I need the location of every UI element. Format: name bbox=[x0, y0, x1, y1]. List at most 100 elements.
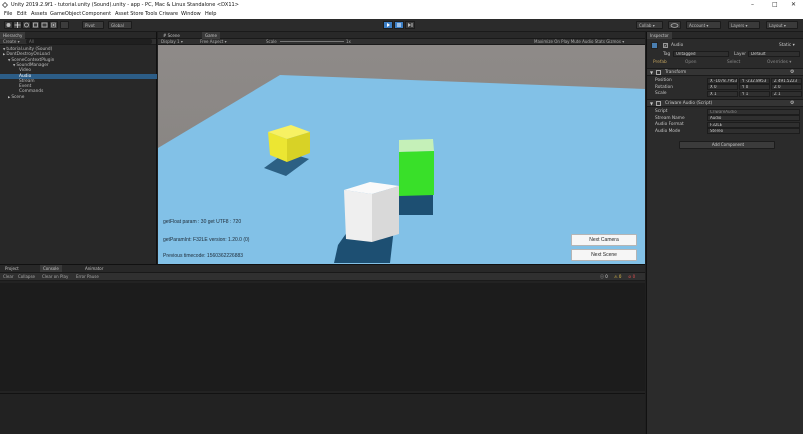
minimize-button[interactable]: – bbox=[751, 1, 754, 8]
next-scene-button[interactable]: Next Scene bbox=[571, 249, 637, 261]
error-count[interactable]: ⊘ 0 bbox=[628, 274, 635, 279]
account-dropdown[interactable]: Account ▾ bbox=[686, 21, 721, 29]
menu-component[interactable]: Component bbox=[82, 11, 111, 17]
hierarchy-item[interactable]: Audio bbox=[0, 73, 157, 79]
transform-row-label: Position bbox=[655, 78, 672, 83]
menu-help[interactable]: Help bbox=[205, 11, 216, 17]
collab-dropdown[interactable]: Collab ▾ bbox=[636, 21, 663, 29]
prefab-select-button[interactable]: Select bbox=[727, 60, 740, 65]
display-dropdown[interactable]: Display 1 ▾ bbox=[161, 39, 183, 44]
foldout-arrow-icon[interactable]: ▼ bbox=[8, 58, 10, 62]
tag-dropdown[interactable]: Untagged bbox=[673, 51, 729, 57]
script-row-value[interactable]: F32LE bbox=[707, 121, 800, 128]
layer-dropdown[interactable]: Default bbox=[748, 51, 800, 57]
menu-window[interactable]: Window bbox=[181, 11, 201, 17]
foldout-arrow-icon[interactable]: ▶ bbox=[8, 95, 10, 99]
hierarchy-item[interactable]: ▶Scene bbox=[0, 95, 157, 100]
script-component-header[interactable]: ▼ Criware Audio (Script) ⚙ bbox=[647, 99, 803, 107]
transform-x-field[interactable]: X 1 bbox=[707, 90, 738, 97]
layers-dropdown[interactable]: Layers ▾ bbox=[728, 21, 760, 29]
menu-gameobject[interactable]: GameObject bbox=[50, 11, 81, 17]
console-clear-on-play-button[interactable]: Clear on Play bbox=[42, 274, 68, 279]
transform-icon bbox=[51, 22, 56, 28]
tab-inspector[interactable]: Inspector bbox=[647, 32, 672, 39]
transform-tool-button[interactable] bbox=[49, 21, 58, 29]
tab-console[interactable]: Console bbox=[40, 265, 62, 272]
script-row-label: Stream Name bbox=[655, 115, 685, 121]
close-button[interactable]: ✕ bbox=[791, 1, 796, 8]
script-row-value[interactable]: CriwareAudio bbox=[707, 108, 800, 115]
transform-y-field[interactable]: Y -232.8953 bbox=[739, 77, 770, 84]
game-viewport[interactable]: getFloat param : 30 get UTF8 : 720 getPa… bbox=[158, 45, 645, 264]
console-clear-button[interactable]: Clear bbox=[3, 274, 13, 279]
transform-y-field[interactable]: Y 0 bbox=[739, 84, 770, 90]
rect-tool-button[interactable] bbox=[40, 21, 49, 29]
script-row-value[interactable]: Audio bbox=[707, 115, 800, 121]
move-tool-button[interactable] bbox=[13, 21, 22, 29]
custom-tool-button[interactable] bbox=[60, 21, 69, 29]
console-log-area[interactable] bbox=[0, 283, 645, 391]
tab-game[interactable]: Game bbox=[202, 32, 220, 39]
white-cube-right bbox=[372, 186, 399, 242]
object-name-field[interactable]: Audio bbox=[671, 43, 683, 48]
next-camera-button[interactable]: Next Camera bbox=[571, 234, 637, 246]
foldout-arrow-icon[interactable]: ▼ bbox=[13, 63, 15, 67]
aspect-dropdown[interactable]: Free Aspect ▾ bbox=[200, 39, 227, 44]
hierarchy-item[interactable]: ▶DontDestroyOnLoad bbox=[0, 52, 157, 57]
pause-button[interactable] bbox=[394, 21, 404, 29]
script-row-value[interactable]: Stereo bbox=[707, 128, 800, 134]
foldout-arrow-icon[interactable]: ▼ bbox=[3, 47, 5, 51]
scale-slider[interactable] bbox=[280, 41, 344, 42]
rotate-tool-button[interactable] bbox=[22, 21, 31, 29]
hierarchy-item[interactable]: Video bbox=[0, 68, 157, 73]
prefab-open-button[interactable]: Open bbox=[685, 60, 696, 65]
tab-hierarchy[interactable]: Hierarchy bbox=[0, 32, 26, 39]
tab-project[interactable]: Project bbox=[2, 265, 22, 272]
transform-component-header[interactable]: ▼ Transform ⚙ bbox=[647, 68, 803, 76]
scale-tool-button[interactable] bbox=[31, 21, 40, 29]
hierarchy-item[interactable]: ▼SceneContextPlugin bbox=[0, 58, 157, 63]
tab-animator[interactable]: Animator bbox=[82, 265, 106, 272]
inspector-header: Inspector bbox=[647, 32, 803, 39]
menu-edit[interactable]: Edit bbox=[17, 11, 27, 17]
step-button[interactable] bbox=[405, 21, 415, 29]
menu-asset-store-tools[interactable]: Asset Store Tools bbox=[115, 11, 157, 17]
transform-z-field[interactable]: Z 491.5223 bbox=[771, 77, 802, 84]
foldout-arrow-icon[interactable]: ▶ bbox=[3, 52, 5, 56]
unity-logo-icon bbox=[2, 2, 8, 8]
console-collapse-button[interactable]: Collapse bbox=[18, 274, 35, 279]
tab-scene[interactable]: # Scene bbox=[160, 32, 183, 39]
maximize-button[interactable]: □ bbox=[772, 1, 778, 8]
menu-criware[interactable]: Criware bbox=[159, 11, 178, 17]
transform-y-field[interactable]: Y 1 bbox=[739, 90, 770, 97]
menu-assets[interactable]: Assets bbox=[31, 11, 47, 17]
green-cube-front bbox=[399, 151, 434, 196]
console-error-pause-button[interactable]: Error Pause bbox=[76, 274, 99, 279]
pivot-toggle[interactable]: Pivot bbox=[82, 21, 104, 29]
game-view-options[interactable]: Maximize On Play Mute Audio Stats Gizmos… bbox=[534, 39, 624, 44]
console-panel: Project Console Animator Clear Collapse … bbox=[0, 264, 645, 434]
global-toggle[interactable]: Global bbox=[108, 21, 132, 29]
menu-file[interactable]: File bbox=[4, 11, 12, 17]
component-settings-icon[interactable]: ⚙ bbox=[790, 100, 794, 106]
active-checkbox[interactable]: ✓ bbox=[663, 43, 668, 48]
hierarchy-item-label: DontDestroyOnLoad bbox=[6, 52, 50, 58]
console-detail-area[interactable] bbox=[0, 393, 645, 434]
transform-x-field[interactable]: X 0 bbox=[707, 84, 738, 90]
create-dropdown[interactable]: Create ▾ bbox=[3, 39, 20, 44]
hierarchy-search-input[interactable]: All bbox=[26, 39, 152, 44]
prefab-overrides-dropdown[interactable]: Overrides ▾ bbox=[767, 60, 791, 65]
transform-z-field[interactable]: Z 0 bbox=[771, 84, 802, 90]
cloud-button[interactable] bbox=[668, 21, 681, 29]
component-settings-icon[interactable]: ⚙ bbox=[790, 69, 794, 75]
info-count[interactable]: ⓘ 0 bbox=[600, 274, 608, 280]
transform-z-field[interactable]: Z 1 bbox=[771, 90, 802, 97]
warning-count[interactable]: ⚠ 0 bbox=[614, 274, 621, 279]
transform-x-field[interactable]: X -1078.7953 bbox=[707, 77, 738, 84]
hierarchy-item[interactable]: Commands bbox=[0, 89, 157, 94]
hand-tool-button[interactable] bbox=[4, 21, 13, 29]
add-component-button[interactable]: Add Component bbox=[679, 141, 775, 149]
play-button[interactable] bbox=[383, 21, 393, 29]
layout-dropdown[interactable]: Layout ▾ bbox=[766, 21, 798, 29]
static-toggle[interactable]: Static ▾ bbox=[779, 43, 795, 48]
